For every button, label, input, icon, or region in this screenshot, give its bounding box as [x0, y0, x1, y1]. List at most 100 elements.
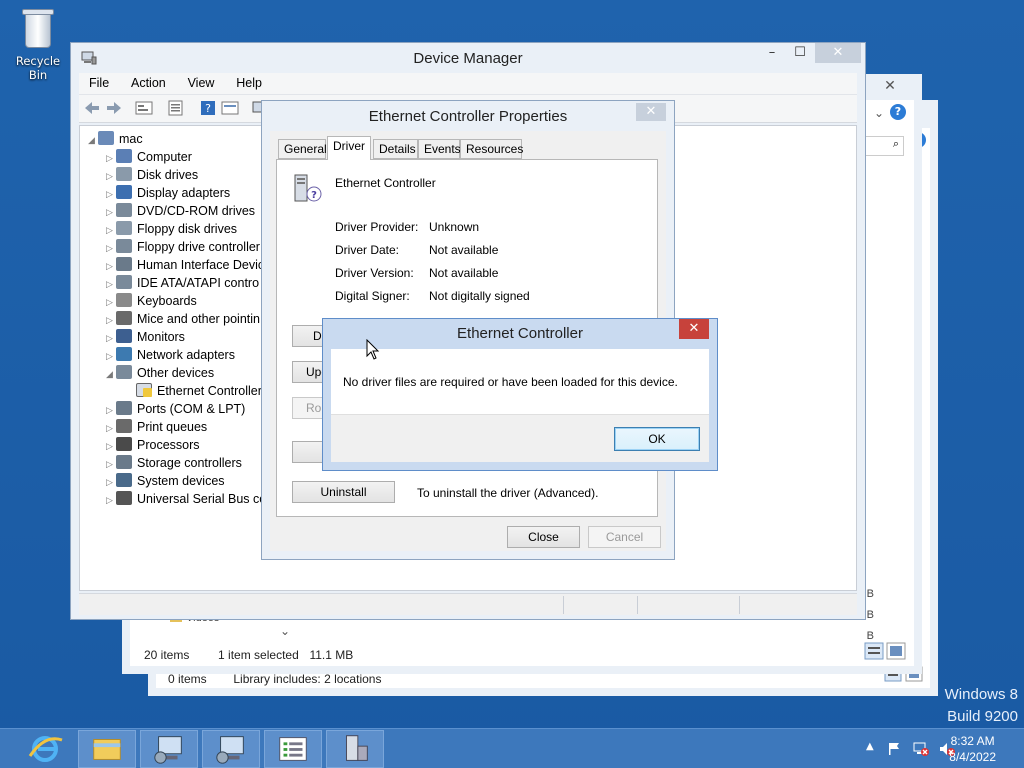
tree-category-item[interactable]: ▷ Computer	[88, 148, 266, 166]
tree-category-item[interactable]: ▷ Print queues	[88, 418, 266, 436]
tree-view-icon[interactable]	[135, 100, 153, 116]
help-icon[interactable]: ?	[890, 104, 906, 120]
tree-item-label: Network adapters	[137, 348, 235, 362]
ok-button[interactable]: OK	[614, 427, 700, 451]
close-icon[interactable]: ✕	[868, 76, 912, 96]
expand-arrow-icon[interactable]: ▷	[106, 149, 116, 167]
tree-category-item[interactable]: ▷ Network adapters	[88, 346, 266, 364]
tree-category-item[interactable]: ▷ Disk drives	[88, 166, 266, 184]
close-button[interactable]: ✕	[636, 103, 666, 121]
menu-file[interactable]: File	[79, 73, 117, 90]
message-box[interactable]: Ethernet Controller ✕ No driver files ar…	[322, 318, 718, 471]
menu-action[interactable]: Action	[121, 73, 174, 90]
unknown-device-icon: ?	[294, 174, 322, 202]
expand-arrow-icon[interactable]: ▷	[106, 185, 116, 203]
tree-item-label: Print queues	[137, 420, 208, 434]
close-button[interactable]: ✕	[679, 319, 709, 339]
tree-category-item[interactable]: ▷ Human Interface Devic	[88, 256, 266, 274]
tree-category-item[interactable]: ▷ Storage controllers	[88, 454, 266, 472]
tree-category-item[interactable]: ▷ System devices	[88, 472, 266, 490]
tree-item-label: IDE ATA/ATAPI contro	[137, 276, 260, 290]
computer-management-icon[interactable]	[140, 730, 198, 768]
menu-view[interactable]: View	[178, 73, 223, 90]
expand-arrow-icon[interactable]: ▷	[106, 167, 116, 185]
search-icon[interactable]: ⌕	[864, 136, 904, 156]
tree-category-item[interactable]: ▷ Universal Serial Bus co	[88, 490, 266, 508]
tree-device-item[interactable]: Ethernet Controller	[88, 382, 266, 400]
tree-category-item[interactable]: ▷ Display adapters	[88, 184, 266, 202]
menu-help[interactable]: Help	[226, 73, 270, 90]
network-disconnected-icon[interactable]	[912, 741, 930, 757]
expand-arrow-icon[interactable]: ▷	[106, 275, 116, 293]
expand-arrow-icon[interactable]: ▷	[106, 257, 116, 275]
tree-category-item[interactable]: ▷ Monitors	[88, 328, 266, 346]
chevron-down-icon[interactable]: ⌄	[874, 106, 884, 120]
tree-category-item[interactable]: ▷ DVD/CD-ROM drives	[88, 202, 266, 220]
task-list-icon[interactable]	[264, 730, 322, 768]
windows-watermark: Windows 8 Build 9200	[944, 686, 1018, 725]
tree-category-item[interactable]: ▷ Ports (COM & LPT)	[88, 400, 266, 418]
collapse-arrow-icon[interactable]: ◢	[106, 365, 116, 383]
close-button[interactable]: Close	[507, 526, 580, 548]
device-category-icon	[116, 221, 132, 235]
tree-category-item[interactable]: ▷ Mice and other pointin	[88, 310, 266, 328]
expand-arrow-icon[interactable]: ▷	[106, 491, 116, 509]
expand-arrow-icon[interactable]: ▷	[106, 419, 116, 437]
maximize-button[interactable]: ☐	[787, 43, 813, 63]
expand-arrow-icon[interactable]: ▷	[106, 239, 116, 257]
properties-taskbar-icon[interactable]	[326, 730, 384, 768]
expand-arrow-icon[interactable]: ▷	[106, 347, 116, 365]
expand-arrow-icon[interactable]: ▷	[106, 329, 116, 347]
close-button[interactable]: ✕	[815, 43, 861, 63]
update-view-icon[interactable]	[221, 100, 239, 116]
minimize-button[interactable]: –	[759, 43, 785, 63]
chevron-down-icon[interactable]: ⌄	[280, 624, 290, 638]
cancel-button[interactable]: Cancel	[588, 526, 661, 548]
file-explorer-icon[interactable]	[78, 730, 136, 768]
collapse-arrow-icon[interactable]: ◢	[88, 131, 98, 149]
properties-icon[interactable]	[167, 100, 185, 116]
tab-general[interactable]: General	[278, 139, 327, 159]
device-category-icon	[116, 311, 132, 325]
tree-item-label: Ports (COM & LPT)	[137, 402, 246, 416]
expand-arrow-icon[interactable]: ▷	[106, 473, 116, 491]
forward-arrow-icon[interactable]	[105, 100, 123, 116]
expand-arrow-icon[interactable]: ▷	[106, 437, 116, 455]
tab-resources[interactable]: Resources	[460, 139, 523, 159]
status-selected: 1 item selected	[218, 648, 299, 662]
device-manager-taskbar-icon[interactable]	[202, 730, 260, 768]
expand-arrow-icon[interactable]: ▷	[106, 401, 116, 419]
device-category-icon	[116, 275, 132, 289]
action-center-flag-icon[interactable]	[886, 741, 902, 757]
expand-arrow-icon[interactable]: ▷	[106, 455, 116, 473]
view-toggle-icon[interactable]	[864, 642, 906, 660]
tree-category-item[interactable]: ▷ Processors	[88, 436, 266, 454]
clock-date: 8/4/2022	[949, 750, 996, 764]
uninstall-description: To uninstall the driver (Advanced).	[417, 486, 599, 500]
tree-category-item[interactable]: ▷ Floppy drive controller	[88, 238, 266, 256]
expand-arrow-icon[interactable]: ▷	[106, 311, 116, 329]
tree-item-label: Display adapters	[137, 186, 231, 200]
uninstall-button[interactable]: Uninstall	[292, 481, 395, 503]
expand-arrow-icon[interactable]: ▷	[106, 293, 116, 311]
status-bar: 20 items 1 item selected 11.1 MB	[144, 648, 353, 662]
clock[interactable]: 8:32 AM 8/4/2022	[949, 733, 996, 765]
recycle-bin[interactable]: Recycle Bin	[6, 6, 70, 82]
tree-category-item[interactable]: ▷ Keyboards	[88, 292, 266, 310]
taskbar: ▲ 8:32 AM 8/4/2022	[0, 728, 1024, 768]
tab-details[interactable]: Details	[373, 139, 418, 159]
tab-driver[interactable]: Driver	[327, 136, 371, 160]
show-hidden-icons-icon[interactable]: ▲	[866, 741, 874, 752]
tree-category-item[interactable]: ▷ Floppy disk drives	[88, 220, 266, 238]
tree-category-item[interactable]: ◢ Other devices	[88, 364, 266, 382]
help-icon[interactable]: ?	[199, 100, 217, 116]
title-bar[interactable]: Device Manager – ☐ ✕	[71, 43, 865, 73]
back-arrow-icon[interactable]	[83, 100, 101, 116]
tree-item-label: System devices	[137, 474, 225, 488]
expand-arrow-icon[interactable]: ▷	[106, 221, 116, 239]
expand-arrow-icon[interactable]: ▷	[106, 203, 116, 221]
tree-root[interactable]: ◢ mac	[88, 130, 266, 148]
tab-events[interactable]: Events	[418, 139, 461, 159]
internet-explorer-icon[interactable]	[16, 730, 74, 768]
tree-category-item[interactable]: ▷ IDE ATA/ATAPI contro	[88, 274, 266, 292]
